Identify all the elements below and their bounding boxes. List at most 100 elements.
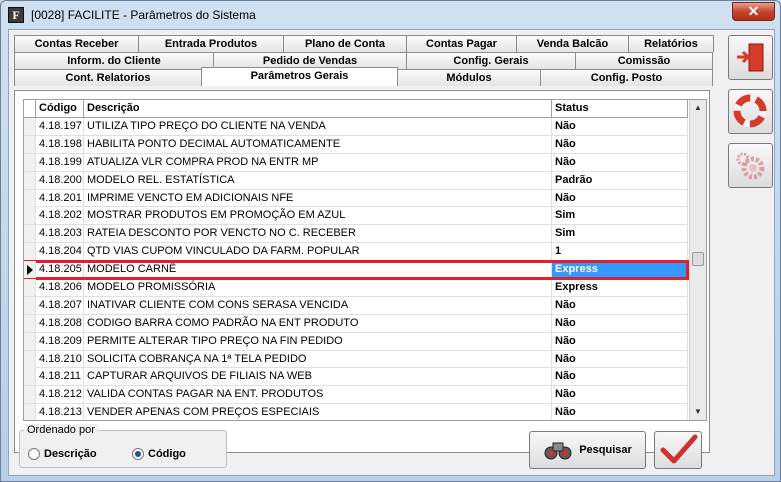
cell-codigo[interactable]: 4.18.204 <box>36 243 84 261</box>
table-row[interactable]: 4.18.209 PERMITE ALTERAR TIPO PREÇO NA FI… <box>24 332 688 351</box>
close-button[interactable]: ✕ <box>732 2 775 21</box>
tab-contas-pagar[interactable]: Contas Pagar <box>406 35 517 52</box>
cell-codigo[interactable]: 4.18.199 <box>36 153 84 171</box>
cell-descricao[interactable]: ATUALIZA VLR COMPRA PROD NA ENTR MP <box>84 153 552 171</box>
cell-descricao[interactable]: VENDER APENAS COM PREÇOS ESPECIAIS <box>84 404 552 420</box>
scroll-up-icon[interactable]: ▲ <box>690 100 706 116</box>
cell-descricao[interactable]: CAPTURAR ARQUIVOS DE FILIAIS NA WEB <box>84 368 552 386</box>
scroll-down-icon[interactable]: ▼ <box>690 404 706 420</box>
vertical-scrollbar[interactable]: ▲ ▼ <box>689 100 706 420</box>
radio-dot-descricao[interactable] <box>28 448 40 460</box>
table-row[interactable]: 4.18.213 VENDER APENAS COM PREÇOS ESPECIA… <box>24 404 688 420</box>
parameters-grid[interactable]: Código Descrição Status 4.18.197 UTILIZA … <box>23 99 707 421</box>
table-row[interactable]: 4.18.210 SOLICITA COBRANÇA NA 1ª TELA PED… <box>24 350 688 369</box>
cell-codigo[interactable]: 4.18.202 <box>36 207 84 225</box>
cell-status[interactable]: Padrão <box>552 171 688 189</box>
cell-status[interactable]: Não <box>552 386 688 404</box>
cell-descricao[interactable]: MOSTRAR PRODUTOS EM PROMOÇÃO EM AZUL <box>84 207 552 225</box>
table-row[interactable]: 4.18.207 INATIVAR CLIENTE COM CONS SERASA… <box>24 296 688 315</box>
radio-order-descricao[interactable]: Descrição <box>28 448 97 460</box>
tab-config-posto[interactable]: Config. Posto <box>540 69 713 86</box>
cell-codigo[interactable]: 4.18.210 <box>36 350 84 368</box>
header-status[interactable]: Status <box>552 100 688 118</box>
row-indicator[interactable] <box>24 118 36 135</box>
cell-descricao[interactable]: INATIVAR CLIENTE COM CONS SERASA VENCIDA <box>84 296 552 314</box>
cell-codigo[interactable]: 4.18.205 <box>36 261 84 279</box>
search-button[interactable]: Pesquisar <box>529 431 646 469</box>
cell-codigo[interactable]: 4.18.209 <box>36 332 84 350</box>
cell-codigo[interactable]: 4.18.207 <box>36 296 84 314</box>
tab-inform-cliente[interactable]: Inform. do Cliente <box>14 52 214 69</box>
cell-status[interactable]: 1 <box>552 243 688 261</box>
row-indicator[interactable] <box>24 332 36 350</box>
cell-descricao[interactable]: MODELO PROMISSÓRIA <box>84 279 552 297</box>
cell-codigo[interactable]: 4.18.208 <box>36 314 84 332</box>
cell-codigo[interactable]: 4.18.201 <box>36 189 84 207</box>
cell-descricao[interactable]: HABILITA PONTO DECIMAL AUTOMATICAMENTE <box>84 135 552 153</box>
table-row[interactable]: 4.18.199 ATUALIZA VLR COMPRA PROD NA ENTR… <box>24 153 688 172</box>
tab-venda-balcao[interactable]: Venda Balcão <box>516 35 629 52</box>
table-row[interactable]: 4.18.198 HABILITA PONTO DECIMAL AUTOMATIC… <box>24 135 688 154</box>
cell-status[interactable]: Não <box>552 314 688 332</box>
row-indicator[interactable] <box>24 189 36 207</box>
row-indicator[interactable] <box>24 279 36 297</box>
row-indicator[interactable] <box>24 368 36 386</box>
row-indicator[interactable] <box>24 404 36 420</box>
cell-codigo[interactable]: 4.18.197 <box>36 118 84 135</box>
cell-status[interactable]: Sim <box>552 207 688 225</box>
cell-status[interactable]: Não <box>552 368 688 386</box>
radio-dot-codigo[interactable] <box>132 448 144 460</box>
cell-status[interactable]: Express <box>552 261 688 279</box>
tab-entrada-produtos[interactable]: Entrada Produtos <box>138 35 284 52</box>
table-row[interactable]: 4.18.201 IMPRIME VENCTO EM ADICIONAIS NFE… <box>24 189 688 208</box>
cell-descricao[interactable]: IMPRIME VENCTO EM ADICIONAIS NFE <box>84 189 552 207</box>
table-row[interactable]: 4.18.203 RATEIA DESCONTO POR VENCTO NO C.… <box>24 225 688 244</box>
header-descricao[interactable]: Descrição <box>84 100 552 118</box>
row-indicator[interactable] <box>24 207 36 225</box>
row-indicator[interactable] <box>24 225 36 243</box>
row-indicator[interactable] <box>24 243 36 261</box>
cell-descricao[interactable]: SOLICITA COBRANÇA NA 1ª TELA PEDIDO <box>84 350 552 368</box>
tab-modulos[interactable]: Módulos <box>397 69 541 86</box>
cell-descricao[interactable]: PERMITE ALTERAR TIPO PREÇO NA FIN PEDIDO <box>84 332 552 350</box>
table-row[interactable]: 4.18.197 UTILIZA TIPO PREÇO DO CLIENTE NA… <box>24 118 688 136</box>
table-row[interactable]: 4.18.208 CODIGO BARRA COMO PADRÃO NA ENT … <box>24 314 688 333</box>
row-indicator[interactable] <box>24 386 36 404</box>
row-indicator[interactable] <box>24 261 36 279</box>
cell-codigo[interactable]: 4.18.206 <box>36 279 84 297</box>
cell-status[interactable]: Não <box>552 350 688 368</box>
cell-codigo[interactable]: 4.18.200 <box>36 171 84 189</box>
tab-cont-relatorios[interactable]: Cont. Relatorios <box>14 69 202 86</box>
tab-config-gerais[interactable]: Config. Gerais <box>406 52 576 69</box>
cell-codigo[interactable]: 4.18.198 <box>36 135 84 153</box>
cell-status[interactable]: Não <box>552 404 688 420</box>
cell-descricao[interactable]: VALIDA CONTAS PAGAR NA ENT. PRODUTOS <box>84 386 552 404</box>
cell-status[interactable]: Express <box>552 279 688 297</box>
tab-parametros-gerais[interactable]: Parâmetros Gerais <box>201 67 398 86</box>
row-indicator[interactable] <box>24 296 36 314</box>
cell-status[interactable]: Não <box>552 135 688 153</box>
cell-status[interactable]: Não <box>552 118 688 135</box>
row-indicator[interactable] <box>24 135 36 153</box>
cell-descricao[interactable]: QTD VIAS CUPOM VINCULADO DA FARM. POPULA… <box>84 243 552 261</box>
table-row[interactable]: 4.18.211 CAPTURAR ARQUIVOS DE FILIAIS NA … <box>24 368 688 387</box>
table-row[interactable]: 4.18.204 QTD VIAS CUPOM VINCULADO DA FARM… <box>24 243 688 262</box>
table-row[interactable]: 4.18.206 MODELO PROMISSÓRIA Express <box>24 279 688 297</box>
exit-button[interactable] <box>728 35 773 80</box>
cell-codigo[interactable]: 4.18.213 <box>36 404 84 420</box>
table-row[interactable]: 4.18.200 MODELO REL. ESTATÍSTICA Padrão <box>24 171 688 190</box>
cell-descricao[interactable]: MODELO REL. ESTATÍSTICA <box>84 171 552 189</box>
help-button[interactable] <box>728 89 773 134</box>
row-indicator[interactable] <box>24 350 36 368</box>
tab-contas-receber[interactable]: Contas Receber <box>14 35 139 52</box>
row-indicator[interactable] <box>24 153 36 171</box>
header-codigo[interactable]: Código <box>36 100 84 118</box>
cell-descricao[interactable]: MODELO CARNÊ <box>84 261 552 279</box>
tab-relatorios[interactable]: Relatórios <box>628 35 714 52</box>
tab-comissao[interactable]: Comissão <box>575 52 713 69</box>
cell-status[interactable]: Sim <box>552 225 688 243</box>
cell-codigo[interactable]: 4.18.212 <box>36 386 84 404</box>
cell-codigo[interactable]: 4.18.203 <box>36 225 84 243</box>
table-row[interactable]: 4.18.212 VALIDA CONTAS PAGAR NA ENT. PROD… <box>24 386 688 405</box>
cell-descricao[interactable]: CODIGO BARRA COMO PADRÃO NA ENT PRODUTO <box>84 314 552 332</box>
